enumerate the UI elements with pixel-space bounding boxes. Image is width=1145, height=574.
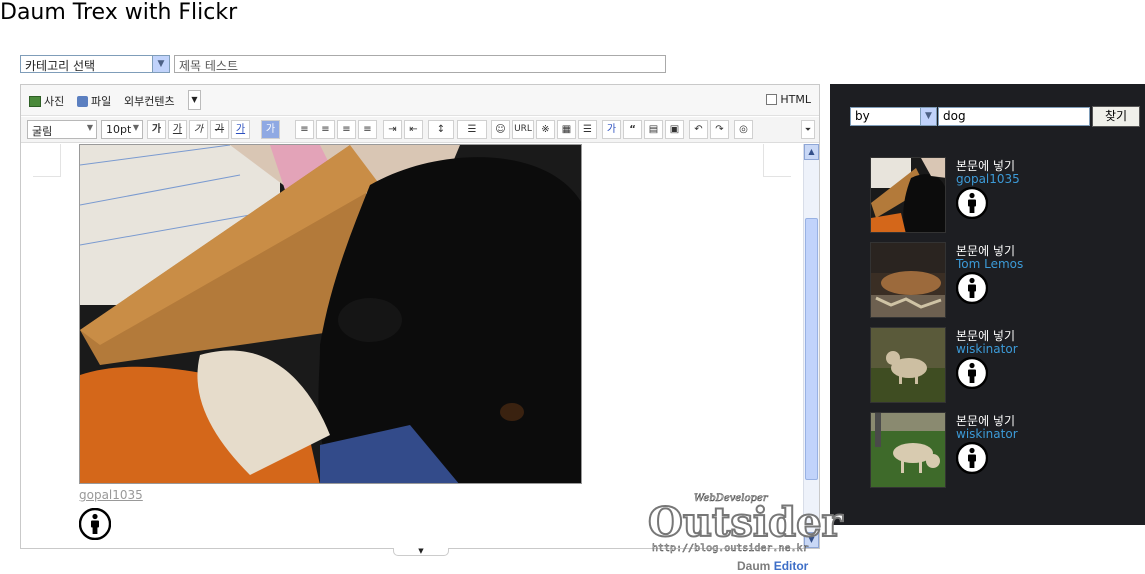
page-title: Daum Trex with Flickr: [0, 0, 238, 25]
category-select-value: 카테고리 선택: [25, 59, 96, 73]
align-justify-button[interactable]: ≡: [358, 120, 377, 139]
redo-icon[interactable]: ↷: [710, 120, 729, 139]
cc-attribution-icon: [956, 442, 988, 474]
indent-button[interactable]: ⇥: [383, 120, 402, 139]
chevron-down-icon: ▼: [132, 123, 139, 132]
list-button[interactable]: ☰: [457, 120, 487, 139]
flickr-result: 본문에 넣기 Tom Lemos: [870, 242, 1130, 318]
background-icon[interactable]: ▤: [644, 120, 663, 139]
external-content-label: 외부컨텐츠: [124, 95, 175, 108]
cc-attribution-icon: [956, 187, 988, 219]
file-icon: [77, 95, 88, 107]
editor-resize-handle[interactable]: ▼: [393, 548, 449, 556]
category-select[interactable]: 카테고리 선택 ▼: [20, 55, 170, 73]
chevron-down-icon[interactable]: ⏷: [801, 120, 815, 139]
result-thumbnail[interactable]: [870, 242, 946, 318]
watermark-main-text: Outsider: [648, 499, 844, 546]
file-button-label: 파일: [91, 95, 112, 108]
align-center-button[interactable]: ≡: [316, 120, 335, 139]
bold-button[interactable]: 가: [147, 120, 166, 139]
cc-attribution-icon: [956, 357, 988, 389]
chevron-down-icon: ▼: [86, 123, 93, 132]
outdent-button[interactable]: ⇤: [404, 120, 423, 139]
photo-icon: [29, 95, 41, 107]
outsider-watermark-logo: WebDeveloper Outsider http://blog.outsid…: [647, 493, 845, 554]
result-thumbnail[interactable]: [870, 327, 946, 403]
daum-logo-text: Daum: [737, 559, 771, 573]
search-button[interactable]: 찾기: [1092, 106, 1140, 127]
daum-editor-logo: Daum Editor: [737, 559, 808, 573]
editor: 사진 파일 외부컨텐츠 ▼ HTML 굴림 ▼ 10pt ▼ 가 가 가 가 가…: [20, 84, 820, 556]
author-link[interactable]: Tom Lemos: [956, 257, 1023, 271]
cc-attribution-icon: [956, 272, 988, 304]
title-input[interactable]: 제목 테스트: [174, 55, 666, 73]
table-icon[interactable]: ▦: [557, 120, 576, 139]
flickr-panel: by ▼ dog 찾기 본문에 넣기 gopal1035 본문에 넣기 Tom …: [830, 84, 1145, 525]
font-size-select[interactable]: 10pt ▼: [101, 120, 143, 139]
italic-button[interactable]: 가: [189, 120, 208, 139]
author-link[interactable]: gopal1035: [956, 172, 1020, 186]
page-corner-left: [33, 144, 61, 177]
editor-logo-text: Editor: [773, 559, 809, 573]
flickr-search-input[interactable]: dog: [938, 107, 1090, 126]
author-link[interactable]: wiskinator: [956, 427, 1018, 441]
format-toolbar: 굴림 ▼ 10pt ▼ 가 가 가 가 가 가 ≡ ≡ ≡ ≡ ⇥ ⇤ ↕ ☰ …: [21, 117, 819, 143]
emoticon-icon[interactable]: ☺: [491, 120, 510, 139]
search-by-select[interactable]: by ▼: [850, 107, 937, 126]
save-icon[interactable]: ▣: [665, 120, 684, 139]
external-content-button[interactable]: 외부컨텐츠: [124, 93, 175, 109]
divider-line-icon[interactable]: ☰: [578, 120, 597, 139]
photo-button[interactable]: 사진: [29, 93, 64, 109]
chevron-down-icon[interactable]: ▼: [152, 56, 169, 72]
bg-color-button[interactable]: 가: [261, 120, 280, 139]
font-family-select[interactable]: 굴림 ▼: [27, 120, 97, 139]
special-char-button[interactable]: ※: [536, 120, 555, 139]
inserted-dog-photo[interactable]: [79, 144, 582, 484]
photo-button-label: 사진: [44, 95, 65, 108]
html-label: HTML: [780, 93, 811, 106]
font-family-value: 굴림: [32, 125, 53, 138]
underline-button[interactable]: 가: [168, 120, 187, 139]
chevron-down-icon[interactable]: ▼: [920, 108, 936, 125]
html-toggle[interactable]: HTML: [766, 93, 811, 106]
result-thumbnail[interactable]: [870, 157, 946, 233]
line-height-button[interactable]: ↕: [428, 120, 454, 139]
scroll-thumb[interactable]: [805, 218, 818, 480]
url-button[interactable]: URL: [512, 120, 534, 139]
strike-button[interactable]: 가: [210, 120, 229, 139]
photo-credit-link[interactable]: gopal1035: [79, 488, 143, 502]
chevron-down-icon[interactable]: ▼: [188, 90, 201, 110]
search-by-value: by: [855, 109, 870, 123]
spell-check-icon[interactable]: ◎: [734, 120, 753, 139]
undo-icon[interactable]: ↶: [689, 120, 708, 139]
watermark-url-text: http://blog.outsider.ne.kr: [652, 543, 809, 554]
scroll-up-icon[interactable]: ▲: [804, 144, 819, 160]
flickr-result: 본문에 넣기 wiskinator: [870, 327, 1130, 403]
font-size-value: 10pt: [106, 123, 132, 136]
author-link[interactable]: wiskinator: [956, 342, 1018, 356]
flickr-result: 본문에 넣기 gopal1035: [870, 157, 1130, 233]
file-button[interactable]: 파일: [77, 93, 111, 109]
html-checkbox[interactable]: [766, 94, 778, 105]
font-color-button[interactable]: 가: [231, 120, 250, 139]
editor-attach-toolbar: 사진 파일 외부컨텐츠 ▼ HTML: [21, 85, 819, 116]
result-thumbnail[interactable]: [870, 412, 946, 488]
textbox-button[interactable]: 가: [602, 120, 621, 139]
flickr-result: 본문에 넣기 wiskinator: [870, 412, 1130, 488]
align-right-button[interactable]: ≡: [337, 120, 356, 139]
cc-attribution-icon: [79, 508, 111, 540]
page-corner-right: [763, 144, 791, 177]
quote-button[interactable]: “: [623, 120, 642, 139]
align-left-button[interactable]: ≡: [295, 120, 314, 139]
